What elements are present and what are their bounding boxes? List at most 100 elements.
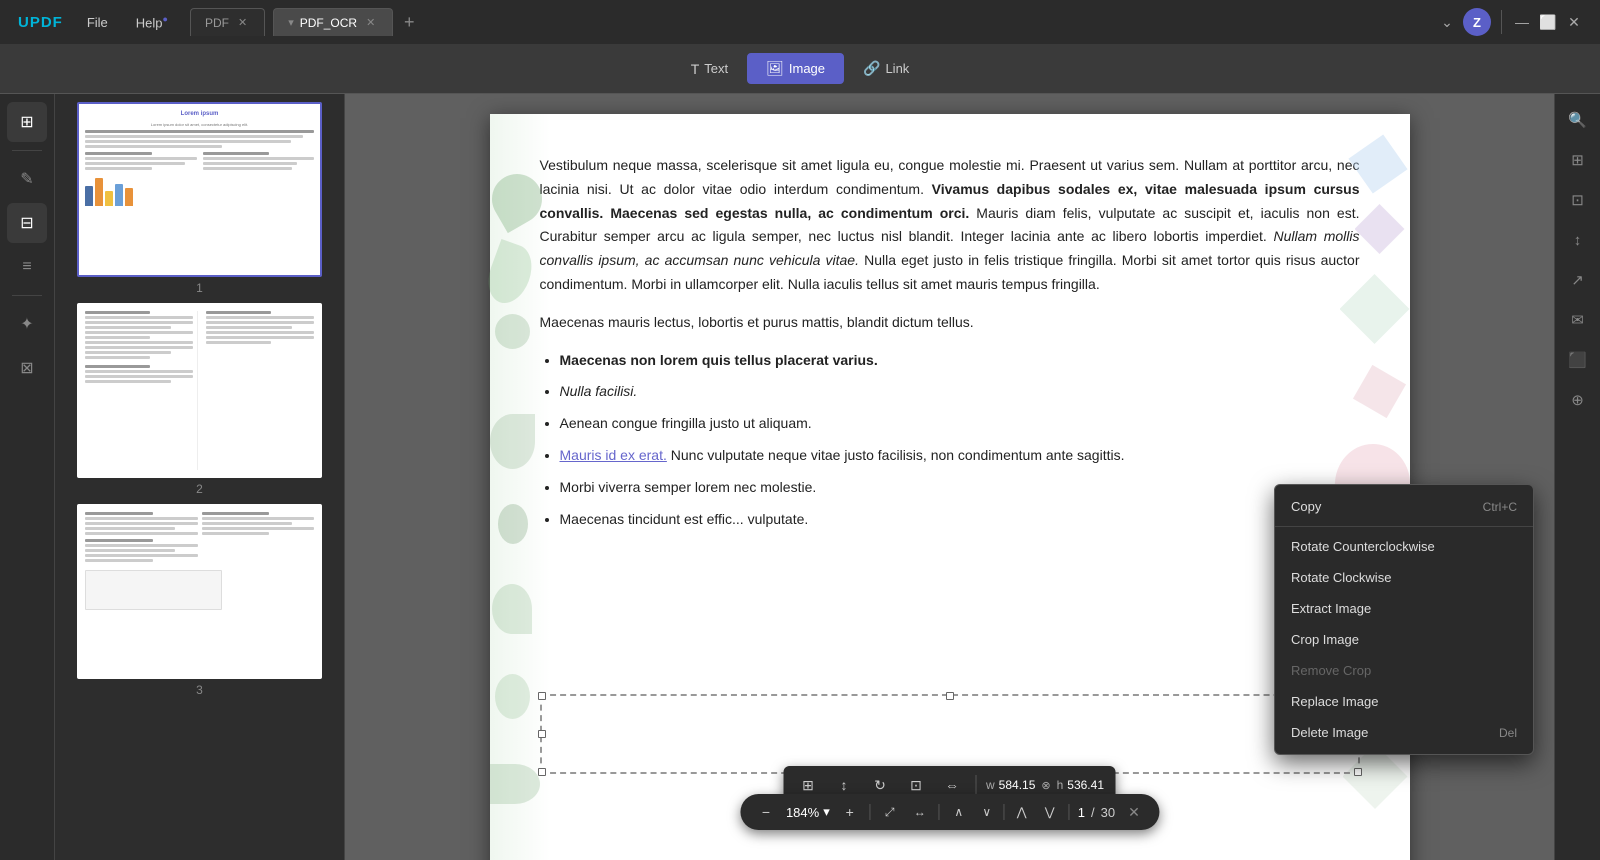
bullet-4-link[interactable]: Mauris id ex erat. [560, 447, 667, 463]
right-icon-properties[interactable]: ⊞ [1560, 142, 1596, 178]
selection-handle-tl[interactable] [538, 692, 546, 700]
thumb-img-1: Lorem ipsum Lorem ipsum dolor sit amet, … [77, 102, 322, 277]
image-icon: 🖼 [766, 60, 784, 77]
tab-pdf-ocr[interactable]: ▾ PDF_OCR ✕ [273, 8, 393, 36]
delete-shortcut: Del [1499, 726, 1517, 740]
last-page-button[interactable]: ⋁ [1039, 801, 1061, 823]
user-avatar[interactable]: Z [1463, 8, 1491, 36]
zoom-sep-1 [870, 804, 871, 820]
para-2: Maecenas mauris lectus, lobortis et puru… [540, 311, 1360, 335]
sidebar-icon-edit[interactable]: ⊟ [7, 203, 47, 243]
pdf-area[interactable]: Vestibulum neque massa, scelerisque sit … [345, 94, 1554, 860]
thumbnail-1[interactable]: Lorem ipsum Lorem ipsum dolor sit amet, … [63, 102, 336, 295]
main-area: ⊞ ✎ ⊟ ≡ ✦ ⊠ Lorem ipsum Lorem ipsum dolo… [0, 94, 1600, 860]
context-delete[interactable]: Delete Image Del [1275, 717, 1533, 748]
file-menu[interactable]: File [73, 9, 122, 36]
sidebar-icon-pages[interactable]: ⊞ [7, 102, 47, 142]
tab-pdf-ocr-label: PDF_OCR [300, 16, 357, 30]
tab-pdf-ocr-close[interactable]: ✕ [363, 15, 378, 30]
tab-list-button[interactable]: ⌄ [1437, 12, 1457, 32]
top-right-controls: ⌄ Z — ⬜ ✕ [1437, 8, 1592, 36]
first-page-button[interactable]: ⋀ [1011, 801, 1033, 823]
close-button[interactable]: ✕ [1564, 12, 1584, 32]
tab-pdf-label: PDF [205, 16, 229, 30]
add-tab-button[interactable]: + [397, 10, 421, 34]
maximize-button[interactable]: ⬜ [1538, 12, 1558, 32]
right-icon-convert[interactable]: ↕ [1560, 222, 1596, 258]
zoom-bar: − 184% ▾ + ⤢ ↔ ∧ ∨ ⋀ ⋁ 1 / 30 ✕ [740, 794, 1159, 830]
prev-page-button[interactable]: ∧ [948, 801, 970, 823]
fit-width-button[interactable]: ↔ [909, 801, 931, 823]
image-tool-button[interactable]: 🖼 Image [747, 53, 844, 84]
link-icon: 🔗 [863, 60, 880, 77]
zoom-sep-2 [939, 804, 940, 820]
pdf-text-content: Vestibulum neque massa, scelerisque sit … [540, 154, 1360, 531]
tab-dropdown-icon[interactable]: ▾ [288, 16, 294, 29]
right-icon-search[interactable]: 🔍 [1560, 102, 1596, 138]
sidebar-icon-ai[interactable]: ✦ [7, 304, 47, 344]
context-remove-crop: Remove Crop [1275, 655, 1533, 686]
sidebar-icon-comments[interactable]: ✎ [7, 159, 47, 199]
zoom-out-button[interactable]: − [754, 800, 778, 824]
context-extract[interactable]: Extract Image [1275, 593, 1533, 624]
context-copy[interactable]: Copy Ctrl+C [1275, 491, 1533, 522]
bullet-6: Maecenas tincidunt est effic... vulputat… [560, 508, 1360, 532]
top-bar: UPDF File Help● PDF ✕ ▾ PDF_OCR ✕ + ⌄ Z … [0, 0, 1600, 44]
total-pages: 30 [1101, 805, 1115, 820]
bullet-3: Aenean congue fringilla justo ut aliquam… [560, 412, 1360, 436]
context-rotate-cw[interactable]: Rotate Clockwise [1275, 562, 1533, 593]
tab-pdf[interactable]: PDF ✕ [190, 8, 265, 36]
fit-page-button[interactable]: ⤢ [879, 801, 901, 823]
selection-handle-bl[interactable] [538, 768, 546, 776]
bullet-5: Morbi viverra semper lorem nec molestie. [560, 476, 1360, 500]
right-icon-extra[interactable]: ⊕ [1560, 382, 1596, 418]
copy-shortcut: Ctrl+C [1483, 500, 1517, 514]
help-menu[interactable]: Help● [122, 8, 182, 36]
zoom-sep-3 [1004, 804, 1005, 820]
bullet-4: Mauris id ex erat. Nunc vulputate neque … [560, 444, 1360, 468]
edit-toolbar: T Text 🖼 Image 🔗 Link [0, 44, 1600, 94]
link-tool-button[interactable]: 🔗 Link [844, 53, 928, 84]
bullet-list: Maecenas non lorem quis tellus placerat … [560, 349, 1360, 532]
pdf-page: Vestibulum neque massa, scelerisque sit … [490, 114, 1410, 860]
context-rotate-ccw[interactable]: Rotate Counterclockwise [1275, 531, 1533, 562]
logo-text: UPDF [18, 14, 63, 31]
img-dimensions: w 584.15 ⊗ h 536.41 [986, 778, 1104, 792]
thumbnail-3[interactable]: 3 [63, 504, 336, 697]
zoom-in-button[interactable]: + [838, 800, 862, 824]
right-icon-share[interactable]: ↗ [1560, 262, 1596, 298]
img-toolbar-sep [975, 775, 976, 795]
sidebar-icon-organize[interactable]: ≡ [7, 247, 47, 287]
ctx-divider-1 [1275, 526, 1533, 527]
text-tool-button[interactable]: T Text [672, 54, 747, 84]
bullet-4-cont: Nunc vulputate neque vitae justo facilis… [671, 447, 1125, 463]
context-replace[interactable]: Replace Image [1275, 686, 1533, 717]
right-icon-redact[interactable]: ⬛ [1560, 342, 1596, 378]
para-1: Vestibulum neque massa, scelerisque sit … [540, 154, 1360, 297]
right-icon-compress[interactable]: ⊡ [1560, 182, 1596, 218]
zoom-level-display[interactable]: 184% ▾ [786, 804, 830, 820]
thumb-num-1: 1 [196, 281, 203, 295]
close-zoom-bar[interactable]: ✕ [1123, 801, 1145, 823]
thumbnail-2[interactable]: 2 [63, 303, 336, 496]
selection-handle-lm[interactable] [538, 730, 546, 738]
tab-pdf-close[interactable]: ✕ [235, 15, 250, 30]
sidebar-divider-2 [12, 295, 42, 296]
next-page-button[interactable]: ∨ [976, 801, 998, 823]
bullet-1: Maecenas non lorem quis tellus placerat … [560, 349, 1360, 373]
page-navigation: ∧ ∨ ⋀ ⋁ [948, 801, 1061, 823]
image-selection-box[interactable] [540, 694, 1360, 774]
text-icon: T [691, 61, 700, 77]
context-crop[interactable]: Crop Image [1275, 624, 1533, 655]
app-logo: UPDF [8, 14, 73, 31]
sidebar-icon-templates[interactable]: ⊠ [7, 348, 47, 388]
context-menu: Copy Ctrl+C Rotate Counterclockwise Rota… [1274, 484, 1534, 755]
right-sidebar: 🔍 ⊞ ⊡ ↕ ↗ ✉ ⬛ ⊕ [1554, 94, 1600, 860]
selection-handle-br[interactable] [1354, 768, 1362, 776]
minimize-button[interactable]: — [1512, 12, 1532, 32]
sidebar-divider-1 [12, 150, 42, 151]
thumbnail-panel: Lorem ipsum Lorem ipsum dolor sit amet, … [55, 94, 345, 860]
right-icon-stamp[interactable]: ✉ [1560, 302, 1596, 338]
zoom-sep-4 [1069, 804, 1070, 820]
selection-handle-tm[interactable] [946, 692, 954, 700]
